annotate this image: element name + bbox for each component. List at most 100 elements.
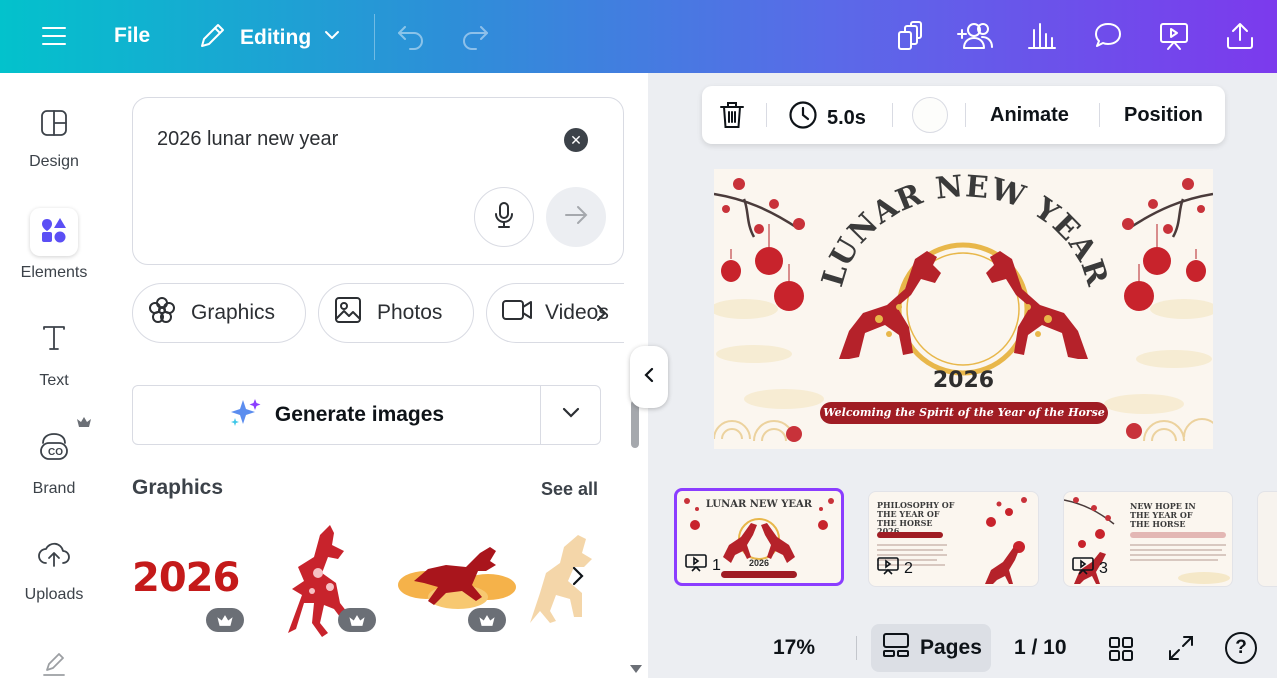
search-box[interactable]: 2026 lunar new year ✕ [132,97,624,265]
rail-label: Brand [32,480,76,497]
grid-view-icon[interactable] [1108,636,1134,667]
graphic-red-horse[interactable] [268,513,378,643]
rail-label: Elements [20,264,88,281]
thumbnail-number: 2 [877,557,913,580]
rail-item-uploads[interactable]: Uploads [0,539,108,604]
clear-search-icon[interactable]: ✕ [564,128,588,152]
redo-icon[interactable] [460,22,490,50]
page-thumbnail-4-partial[interactable] [1257,491,1277,587]
chevron-down-icon [561,406,581,425]
rail-item-brand[interactable]: CO Brand [0,431,108,498]
layout-icon [39,108,69,143]
see-all-link[interactable]: See all [541,479,598,500]
collapse-panel-button[interactable] [630,346,668,408]
rail-label: Uploads [24,586,84,603]
brand-icon: CO [37,431,71,468]
chip-photos[interactable]: Photos [318,283,474,343]
graphics-scroll-right-icon[interactable] [571,565,585,592]
editing-mode-button[interactable]: Editing [198,20,341,55]
text-t-icon [39,323,69,358]
design-page[interactable]: LUNAR NEW YEAR 2026 Welcoming the Spirit… [714,169,1213,449]
copy-design-icon[interactable] [896,20,924,52]
share-people-icon[interactable] [956,20,996,52]
page-thumbnail-2[interactable]: PHILOSOPHY OF THE YEAR OF THE HORSE 2026… [868,491,1039,587]
cloud-upload-icon [37,539,71,574]
page-context-toolbar: 5.0s Animate Position [702,86,1225,144]
fullscreen-icon[interactable] [1167,634,1195,667]
panel-scrollbar-thumb[interactable] [631,400,639,448]
premium-crown-badge [206,608,244,632]
elements-panel: 2026 lunar new year ✕ Graphics Photos Vi… [108,73,648,678]
page-thumbnail-3[interactable]: NEW HOPE IN THE YEAR OF THE HORSE 3 [1063,491,1233,587]
microphone-icon [492,200,516,235]
rail-label: Text [39,372,69,389]
bottom-divider [856,636,857,660]
slide-present-icon [877,557,899,580]
chips-scroll-right-icon[interactable] [594,303,608,328]
background-color-swatch[interactable] [912,97,948,133]
animate-button[interactable]: Animate [990,104,1069,127]
panel-scroll-down-icon[interactable] [629,661,643,679]
toolbar-divider [374,14,375,60]
flower-graphics-icon [147,295,177,331]
share-upload-icon[interactable] [1224,20,1256,52]
chip-graphics[interactable]: Graphics [132,283,306,343]
pages-view-button[interactable]: Pages [871,624,991,672]
premium-crown-badge [468,608,506,632]
position-button[interactable]: Position [1124,104,1203,127]
zoom-level[interactable]: 17% [773,624,815,672]
svg-text:LUNAR NEW YEAR: LUNAR NEW YEAR [815,169,1114,291]
left-nav-rail: Design Elements Text CO Brand Uploads [0,73,108,678]
graphic-2026-text[interactable]: 2026 [130,513,254,643]
help-icon[interactable]: ? [1225,632,1257,664]
pencil-icon [198,20,226,55]
rail-label: Design [29,153,79,170]
page-thumbnail-1[interactable]: LUNAR NEW YEAR 2026 1 [674,488,844,586]
rail-item-text[interactable]: Text [0,323,108,390]
thumbnail-number-label: 3 [1099,559,1108,577]
rail-item-design[interactable]: Design [0,108,108,171]
duration-button[interactable]: 5.0s [788,100,866,136]
svg-text:CO: CO [48,447,63,458]
menu-icon[interactable] [40,22,68,50]
elements-active-indicator [30,208,78,256]
submit-search-button[interactable] [546,187,606,247]
thumbnail-title: LUNAR NEW YEAR [705,499,813,510]
generate-images-button[interactable]: Generate images [132,385,601,445]
generate-options-dropdown[interactable] [541,406,600,425]
video-camera-icon [501,295,533,331]
thumbnail-number-label: 2 [904,559,913,577]
graphic-horse-on-clouds[interactable] [396,513,520,643]
duration-label: 5.0s [827,106,866,129]
pages-label: Pages [920,636,982,659]
design-title: LUNAR NEW YEAR [815,169,1113,291]
editing-label: Editing [240,25,312,49]
chip-label: Graphics [191,301,276,324]
rail-item-elements[interactable]: Elements [0,208,108,282]
chevron-left-icon [643,366,655,389]
thumbnail-number: 1 [685,554,721,577]
slide-present-icon [685,554,707,577]
search-input[interactable]: 2026 lunar new year [157,128,338,151]
insights-chart-icon[interactable] [1026,20,1058,52]
zoom-value: 17% [773,636,816,659]
photo-icon [333,295,363,331]
design-year: 2026 [932,368,995,393]
arrow-right-icon [563,202,589,233]
comment-icon[interactable] [1092,20,1124,52]
chevron-down-icon [323,26,341,49]
undo-icon[interactable] [396,22,426,50]
present-icon[interactable] [1158,20,1190,52]
pages-grid-icon [882,632,910,664]
trash-icon[interactable] [718,100,746,136]
graphic-gold-horse[interactable] [528,513,598,643]
file-menu-button[interactable]: File [114,24,150,48]
microphone-button[interactable] [474,187,534,247]
top-toolbar: File Editing [0,0,1277,73]
shapes-icon [39,215,69,250]
generate-images-main[interactable]: Generate images [133,386,541,444]
slide-present-icon [1072,557,1094,580]
graphic-2026-label: 2026 [132,555,240,601]
design-banner-text: Welcoming the Spirit of the Year of the … [823,406,1105,419]
toolbar-divider [1099,103,1100,127]
